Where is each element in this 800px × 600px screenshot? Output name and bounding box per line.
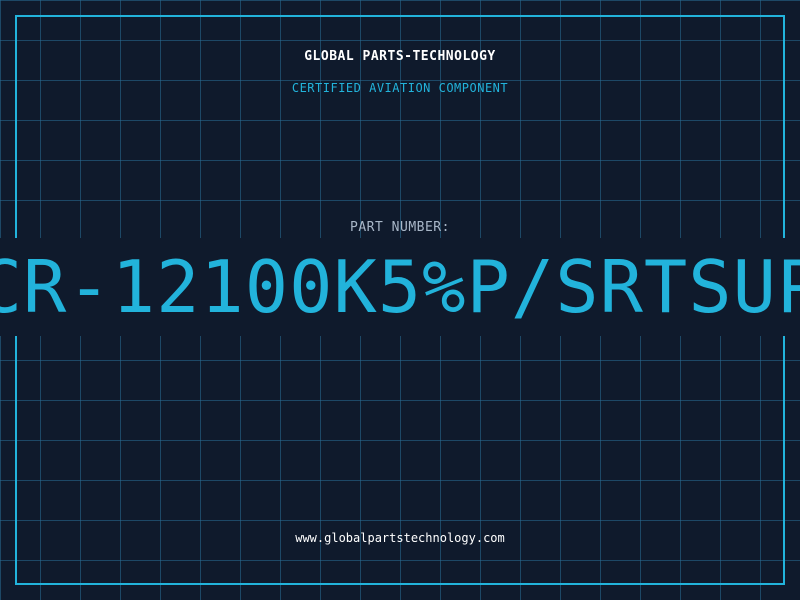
brand-title: GLOBAL PARTS-TECHNOLOGY [304, 49, 496, 64]
part-number-value: CR-12100K5%P/SRTSUP [0, 245, 800, 329]
part-number-label: PART NUMBER: [350, 220, 450, 235]
brand-subtitle: CERTIFIED AVIATION COMPONENT [291, 81, 509, 95]
website-link[interactable]: www.globalpartstechnology.com [0, 531, 800, 545]
